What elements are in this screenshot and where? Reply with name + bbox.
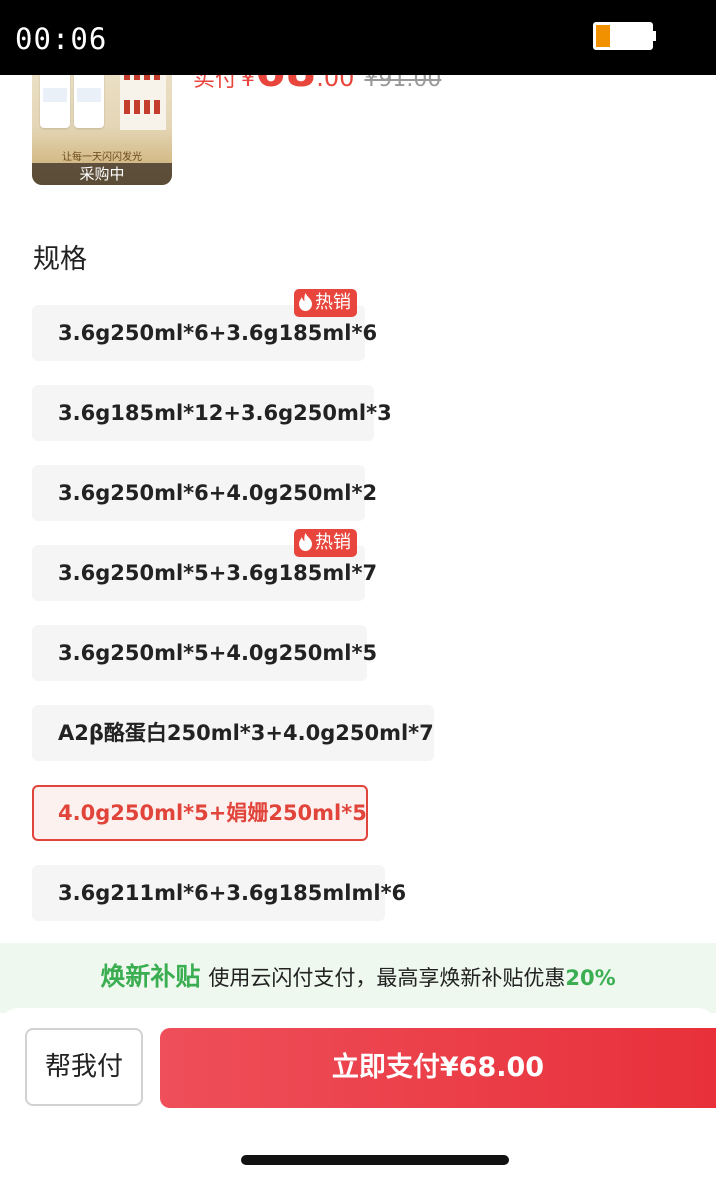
spec-option[interactable]: 3.6g185ml*12+3.6g250ml*3 [32,385,392,441]
spec-option[interactable]: 3.6g211ml*6+3.6g185mlml*6 [32,865,406,921]
spec-option-label: 4.0g250ml*5+娟姗250ml*5 [58,801,367,825]
hot-sale-label: 热销 [315,292,351,313]
subsidy-banner[interactable]: 焕新补贴 使用云闪付支付，最高享焕新补贴优惠20% [0,943,716,1013]
hot-sale-label: 热销 [315,532,351,553]
subsidy-title: 焕新补贴 [100,962,201,991]
spec-option-label: A2β酪蛋白250ml*3+4.0g250ml*7 [58,721,434,745]
flame-icon [299,293,312,311]
spec-option-label: 3.6g250ml*6+3.6g185ml*6 [58,321,378,345]
flame-icon [299,533,312,551]
status-bar: 00:06 [0,0,716,75]
help-pay-button[interactable]: 帮我付 [25,1028,143,1106]
subsidy-text: 使用云闪付支付，最高享焕新补贴优惠 [208,966,566,990]
spec-option-label: 3.6g250ml*5+4.0g250ml*5 [58,641,378,665]
thumbnail-slogan: 让每一天闪闪发光 [62,152,142,163]
spec-option-label: 3.6g250ml*6+4.0g250ml*2 [58,481,378,505]
pay-now-button[interactable]: 立即支付¥68.00 [160,1028,716,1108]
spec-option[interactable]: 3.6g250ml*6+4.0g250ml*2 [32,465,377,521]
spec-section-title: 规格 [33,244,87,275]
spec-option-label: 3.6g211ml*6+3.6g185mlml*6 [58,881,407,905]
spec-option[interactable]: 3.6g250ml*5+4.0g250ml*5 [32,625,377,681]
battery-cap [653,31,656,41]
spec-option[interactable]: A2β酪蛋白250ml*3+4.0g250ml*7 [32,705,434,761]
home-indicator[interactable] [241,1155,509,1165]
spec-option-selected[interactable]: 4.0g250ml*5+娟姗250ml*5 [32,785,368,841]
spec-option-label: 3.6g185ml*12+3.6g250ml*3 [58,401,392,425]
battery-icon [593,22,653,50]
thumbnail-status-overlay: 采购中 [32,163,172,185]
spec-option-label: 3.6g250ml*5+3.6g185ml*7 [58,561,378,585]
status-time: 00:06 [15,22,108,56]
hot-sale-badge: 热销 [294,529,357,557]
subsidy-percent: 20% [565,966,616,990]
hot-sale-badge: 热销 [294,289,357,317]
